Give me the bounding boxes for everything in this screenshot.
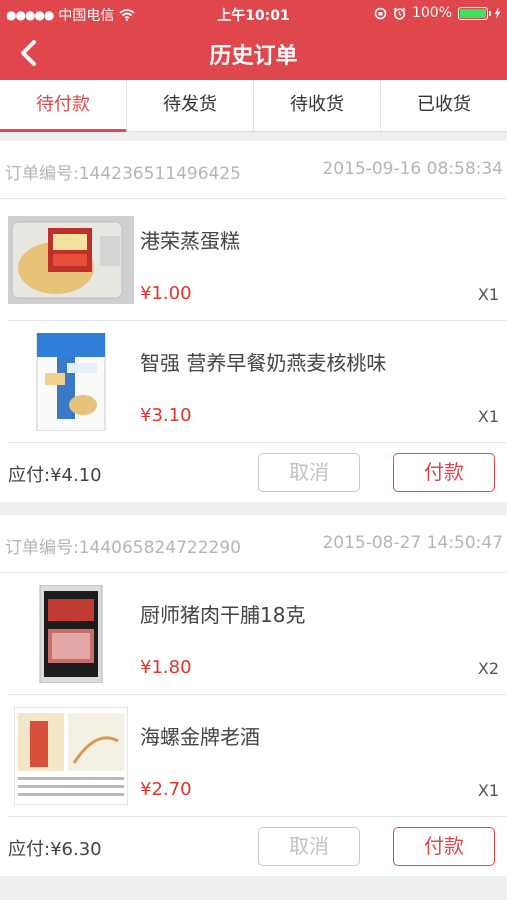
order-footer: 应付:¥4.10 取消 付款 [8, 443, 507, 501]
order-card: 订单编号:144236511496425 2015-09-16 08:58:34… [0, 141, 507, 502]
battery-percent: 100% [411, 5, 452, 21]
product-price: ¥3.10 [140, 405, 192, 426]
cancel-button[interactable]: 取消 [258, 827, 360, 866]
order-time: 2015-09-16 08:58:34 [322, 159, 503, 179]
order-card: 订单编号:144065824722290 2015-08-27 14:50:47… [0, 515, 507, 876]
tab-pending-payment[interactable]: 待付款 [0, 80, 127, 132]
nav-bar: 历史订单 [0, 28, 507, 80]
product-price: ¥1.80 [140, 657, 192, 678]
product-image [8, 585, 134, 683]
product-price: ¥2.70 [140, 779, 192, 800]
product-image [8, 333, 134, 431]
order-header: 订单编号:144236511496425 2015-09-16 08:58:34 [0, 141, 507, 199]
product-name: 港荣蒸蛋糕 [140, 229, 240, 253]
back-button[interactable] [18, 38, 58, 70]
product-name: 海螺金牌老酒 [140, 725, 260, 749]
order-item[interactable]: 海螺金牌老酒 ¥2.70 X1 [8, 695, 507, 817]
product-image [8, 215, 134, 305]
tab-pending-shipment[interactable]: 待发货 [127, 80, 254, 131]
product-name: 厨师猪肉干脯18克 [140, 603, 306, 627]
tab-pending-receipt[interactable]: 待收货 [254, 80, 381, 131]
product-quantity: X1 [477, 407, 499, 426]
order-footer: 应付:¥6.30 取消 付款 [8, 817, 507, 875]
order-status-tabs: 待付款 待发货 待收货 已收货 [0, 80, 507, 132]
pay-button[interactable]: 付款 [393, 827, 495, 866]
order-header: 订单编号:144065824722290 2015-08-27 14:50:47 [0, 515, 507, 573]
order-time: 2015-08-27 14:50:47 [322, 533, 503, 553]
status-right: 100% [374, 5, 501, 21]
cancel-button[interactable]: 取消 [258, 453, 360, 492]
product-image [8, 707, 134, 805]
rotation-lock-icon [374, 7, 387, 19]
order-number: 订单编号:144236511496425 [5, 164, 241, 184]
chevron-left-icon [21, 40, 36, 66]
product-name: 智强 营养早餐奶燕麦核桃味 [140, 351, 387, 375]
tab-received[interactable]: 已收货 [381, 80, 507, 131]
battery-icon [458, 6, 491, 20]
product-price: ¥1.00 [140, 283, 192, 304]
alarm-icon [393, 6, 406, 20]
order-item[interactable]: 厨师猪肉干脯18克 ¥1.80 X2 [8, 573, 507, 695]
product-quantity: X1 [477, 781, 499, 800]
order-item[interactable]: 智强 营养早餐奶燕麦核桃味 ¥3.10 X1 [8, 321, 507, 443]
amount-due: 应付:¥6.30 [8, 839, 102, 860]
product-quantity: X2 [477, 659, 499, 678]
pay-button[interactable]: 付款 [393, 453, 495, 492]
page-title: 历史订单 [209, 44, 298, 69]
order-number: 订单编号:144065824722290 [5, 538, 241, 558]
amount-due: 应付:¥4.10 [8, 465, 102, 486]
order-item[interactable]: 港荣蒸蛋糕 ¥1.00 X1 [8, 199, 507, 321]
status-bar: ●●●●● 中国电信 上午10:01 100% [0, 0, 507, 28]
product-quantity: X1 [477, 285, 499, 304]
charging-icon [494, 7, 501, 19]
